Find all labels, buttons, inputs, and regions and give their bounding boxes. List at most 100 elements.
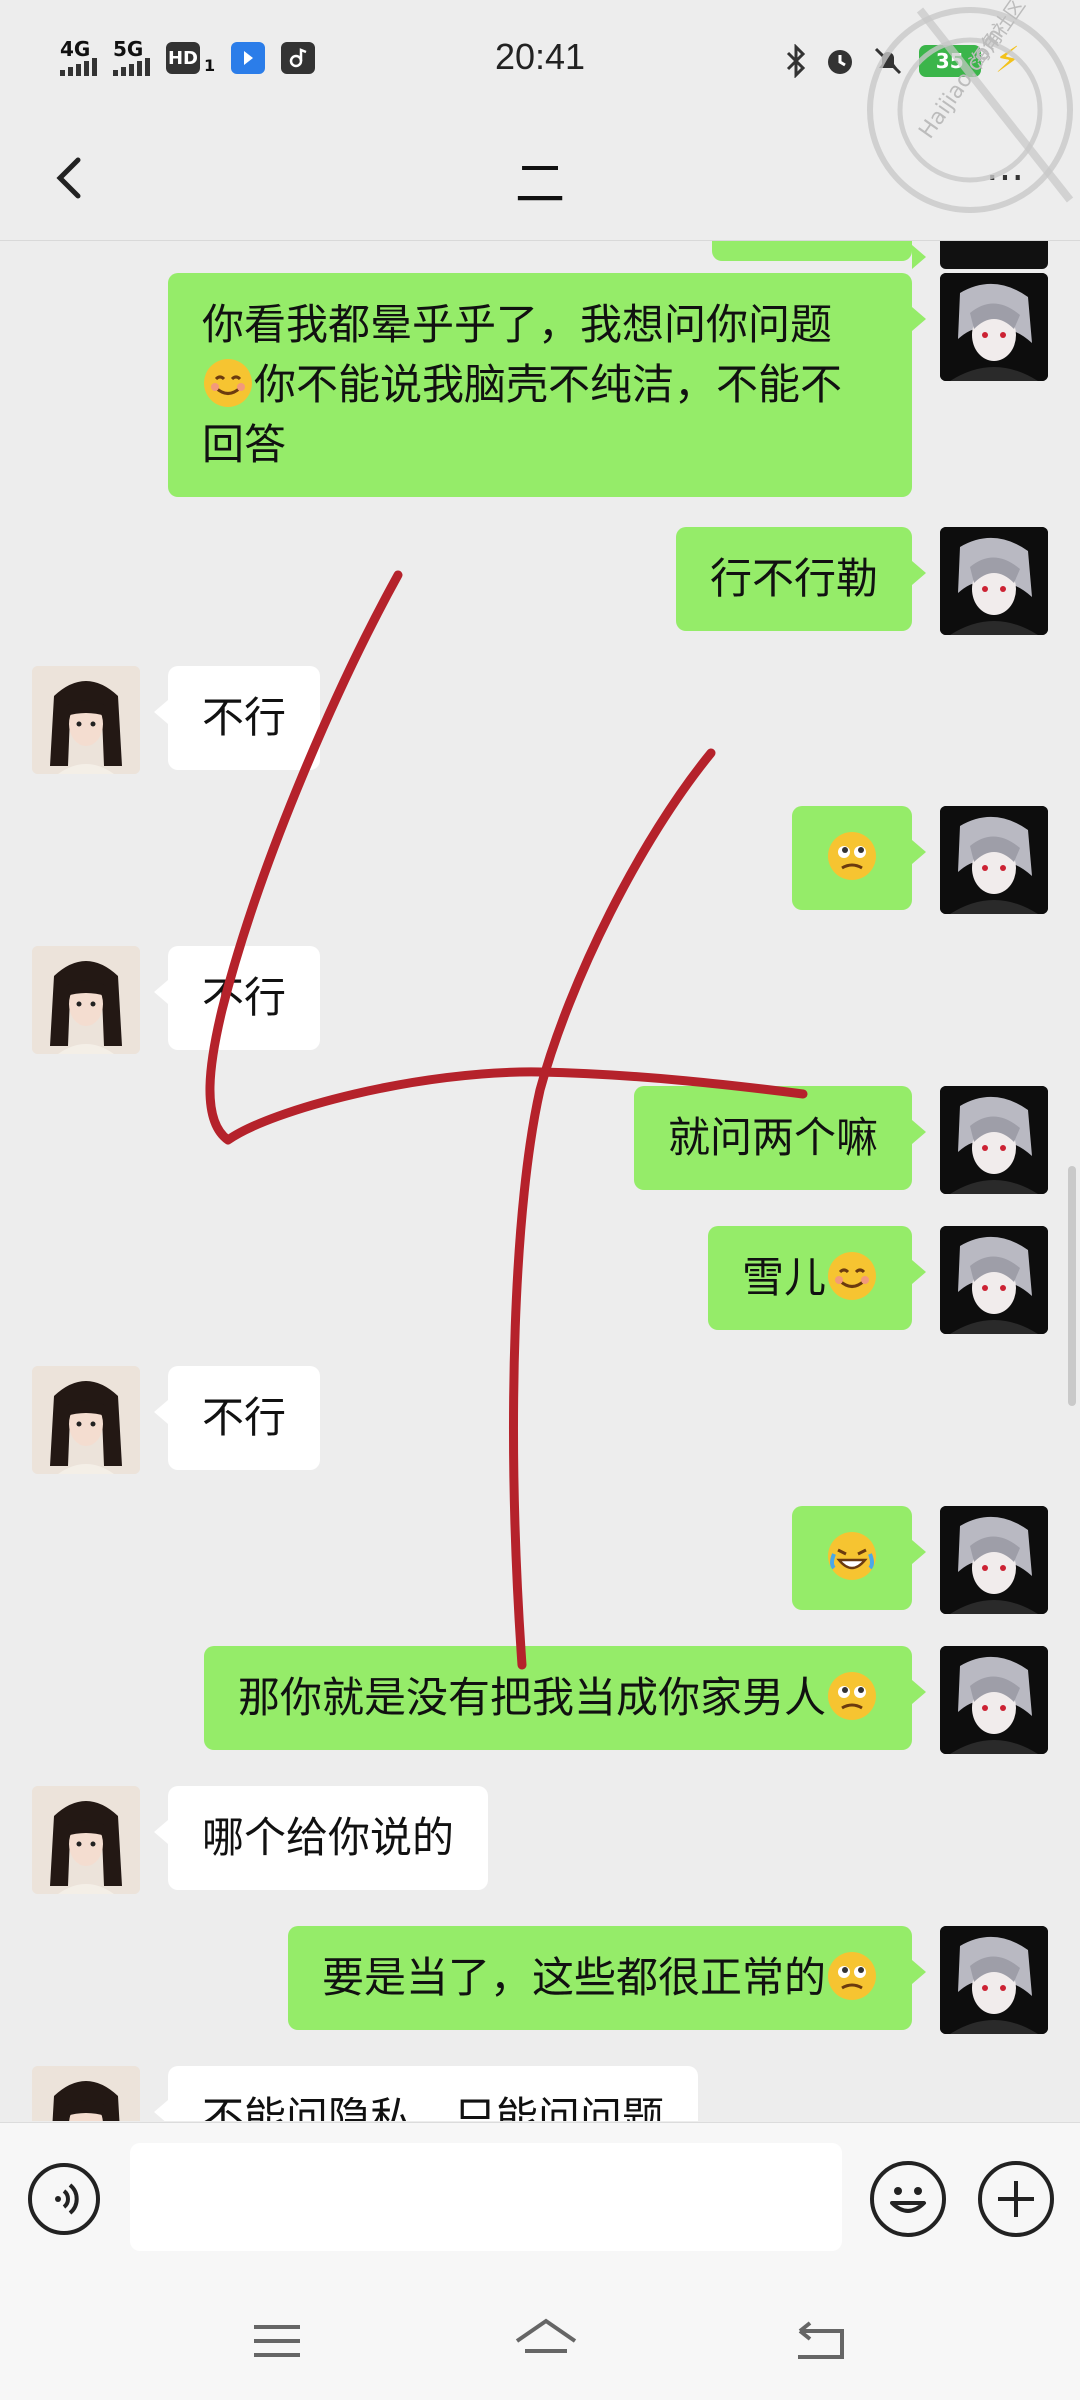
message-text: 要是当了，这些都很正常的 xyxy=(321,1953,826,2002)
message-text: 雪儿 xyxy=(741,1253,826,1302)
avatar-me[interactable] xyxy=(940,1646,1048,1754)
anime-avatar-icon xyxy=(940,1926,1048,2034)
avatar-me[interactable] xyxy=(940,1506,1048,1614)
chat-title: 二 xyxy=(515,155,565,213)
girl-avatar-icon xyxy=(32,946,140,1054)
confused-emoji-icon xyxy=(828,832,876,880)
message-text: 不能问隐私，只能问问题 xyxy=(202,2093,665,2121)
girl-avatar-icon xyxy=(32,1786,140,1894)
battery-icon: 35 xyxy=(918,44,981,77)
message-bubble[interactable]: 就问两个嘛 xyxy=(633,1086,927,1190)
message-bubble[interactable]: 不行 xyxy=(153,946,321,1050)
avatar-me[interactable] xyxy=(940,527,1048,635)
avatar-her[interactable] xyxy=(32,946,140,1054)
message-list[interactable]: 你看我都晕乎乎了，我想问你问题 你不能说我脑壳不纯洁，不能不 回答 行不行勒 不… xyxy=(0,241,1080,2121)
menu-icon xyxy=(254,2325,300,2357)
message-bubble[interactable] xyxy=(792,1506,926,1610)
input-bar xyxy=(0,2122,1080,2275)
anime-avatar-icon xyxy=(940,273,1048,381)
message-row: 不行 xyxy=(0,666,1080,774)
laugh-cry-emoji-icon xyxy=(828,1532,876,1580)
home-icon xyxy=(515,2318,577,2353)
message-text: 你不能说我脑壳不纯洁，不能不 xyxy=(254,360,843,409)
confused-emoji-icon xyxy=(828,1952,876,2000)
message-text: 不行 xyxy=(202,693,287,742)
avatar-me[interactable] xyxy=(940,806,1048,914)
anime-avatar-icon xyxy=(940,1226,1048,1334)
message-bubble-partial[interactable] xyxy=(712,241,926,269)
status-bar: 4G 5G HD 1 20:41 35 ⚡ xyxy=(0,0,1080,120)
message-text: 行不行勒 xyxy=(709,554,878,603)
message-row: 雪儿 xyxy=(0,1226,1080,1334)
chat-header: 二 ... xyxy=(0,120,1080,241)
nav-home-button[interactable] xyxy=(505,2310,577,2370)
message-bubble[interactable]: 你看我都晕乎乎了，我想问你问题 你不能说我脑壳不纯洁，不能不 回答 xyxy=(168,273,926,497)
avatar-me[interactable] xyxy=(940,1226,1048,1334)
message-bubble[interactable]: 雪儿 xyxy=(707,1226,927,1330)
message-bubble[interactable]: 不行 xyxy=(153,666,321,770)
voice-button[interactable] xyxy=(28,2163,100,2235)
message-bubble[interactable] xyxy=(792,806,926,910)
smile-emoji-icon xyxy=(828,1252,876,1300)
scroll-indicator[interactable] xyxy=(1068,1166,1076,1406)
message-bubble[interactable]: 哪个给你说的 xyxy=(153,1786,489,1890)
message-text: 你看我都晕乎乎了，我想问你问题 xyxy=(202,300,833,349)
message-text: 就问两个嘛 xyxy=(667,1113,878,1162)
more-actions-button[interactable] xyxy=(978,2161,1054,2237)
message-bubble[interactable]: 不行 xyxy=(153,1366,321,1470)
message-bubble[interactable]: 要是当了，这些都很正常的 xyxy=(287,1926,927,2030)
anime-avatar-icon xyxy=(940,1506,1048,1614)
avatar-me[interactable] xyxy=(940,241,1048,269)
message-row: 哪个给你说的 xyxy=(0,1786,1080,1894)
message-text: 回答 xyxy=(202,420,287,469)
avatar-her[interactable] xyxy=(32,2066,140,2121)
emoji-icon xyxy=(890,2187,926,2213)
message-row: 不能问隐私，只能问问题 xyxy=(0,2066,1080,2121)
alarm-icon xyxy=(827,49,852,74)
message-row: 不行 xyxy=(0,946,1080,1054)
avatar-her[interactable] xyxy=(32,1786,140,1894)
status-right: 35 ⚡ xyxy=(783,40,1020,81)
plus-icon xyxy=(998,2181,1034,2217)
confused-emoji-icon xyxy=(828,1672,876,1720)
message-bubble[interactable]: 不能问隐私，只能问问题 xyxy=(153,2066,699,2121)
smile-emoji-icon xyxy=(204,359,252,407)
message-row xyxy=(0,806,1080,914)
mute-bell-icon xyxy=(874,47,901,74)
back-icon xyxy=(798,2321,844,2359)
voice-icon xyxy=(55,2183,79,2215)
message-row: 要是当了，这些都很正常的 xyxy=(0,1926,1080,2034)
girl-avatar-icon xyxy=(32,666,140,774)
avatar-me[interactable] xyxy=(940,1926,1048,2034)
anime-avatar-icon xyxy=(940,1086,1048,1194)
system-nav-bar xyxy=(0,2274,1080,2400)
message-input[interactable] xyxy=(130,2143,842,2251)
charging-icon: ⚡ xyxy=(994,40,1020,81)
girl-avatar-icon xyxy=(32,1366,140,1474)
message-text: 不行 xyxy=(202,1393,287,1442)
message-text: 哪个给你说的 xyxy=(202,1813,455,1862)
anime-avatar-icon xyxy=(940,527,1048,635)
message-text: 那你就是没有把我当成你家男人 xyxy=(237,1673,826,1722)
message-row: 行不行勒 xyxy=(0,527,1080,635)
girl-avatar-icon xyxy=(32,2066,140,2121)
nav-back-button[interactable] xyxy=(780,2310,850,2370)
message-row: 那你就是没有把我当成你家男人 xyxy=(0,1646,1080,1754)
avatar-me[interactable] xyxy=(940,273,1048,381)
bluetooth-icon xyxy=(786,43,805,78)
message-bubble[interactable]: 那你就是没有把我当成你家男人 xyxy=(203,1646,927,1750)
message-row: 你看我都晕乎乎了，我想问你问题 你不能说我脑壳不纯洁，不能不 回答 xyxy=(0,273,1080,497)
avatar-her[interactable] xyxy=(32,666,140,774)
message-row xyxy=(0,241,1080,271)
nav-menu-button[interactable] xyxy=(236,2310,306,2370)
avatar-me[interactable] xyxy=(940,1086,1048,1194)
message-bubble[interactable]: 行不行勒 xyxy=(675,527,927,631)
message-row: 就问两个嘛 xyxy=(0,1086,1080,1194)
anime-avatar-icon xyxy=(940,1646,1048,1754)
message-row: 不行 xyxy=(0,1366,1080,1474)
anime-avatar-icon xyxy=(940,806,1048,914)
message-row xyxy=(0,1506,1080,1614)
emoji-button[interactable] xyxy=(870,2161,946,2237)
avatar-her[interactable] xyxy=(32,1366,140,1474)
more-button[interactable]: ... xyxy=(970,144,1040,204)
